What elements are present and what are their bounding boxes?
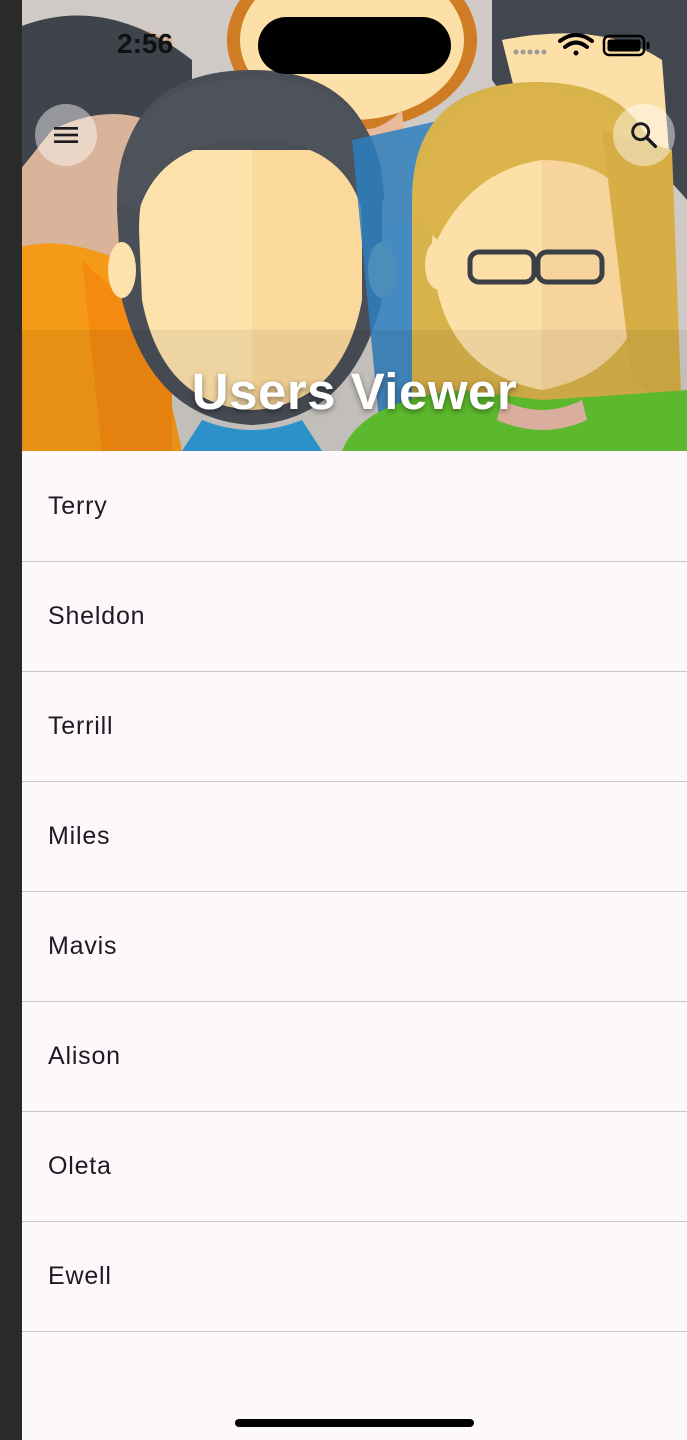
user-name: Alison (48, 1042, 121, 1070)
page-title: Users Viewer (191, 363, 518, 420)
menu-button[interactable] (35, 104, 97, 166)
home-indicator[interactable] (235, 1419, 474, 1427)
wifi-icon (558, 33, 594, 56)
list-item[interactable]: Terrill (22, 672, 687, 782)
user-name: Ewell (48, 1262, 112, 1290)
status-time: 2:56 (117, 28, 174, 59)
list-item[interactable]: Mavis (22, 892, 687, 1002)
menu-icon (54, 127, 78, 143)
list-item[interactable]: Miles (22, 782, 687, 892)
list-item[interactable]: Terry (22, 451, 687, 562)
user-name: Mavis (48, 932, 118, 960)
battery-icon (602, 34, 650, 57)
status-icons (513, 33, 650, 57)
list-item[interactable]: Sheldon (22, 562, 687, 672)
user-list: Terry Sheldon Terrill Miles Mavis Alison… (22, 451, 687, 1332)
search-icon (631, 122, 658, 149)
user-name: Oleta (48, 1152, 112, 1180)
search-button[interactable] (613, 104, 675, 166)
header-banner: 2:56 Users Viewer (22, 0, 687, 451)
user-name: Sheldon (48, 602, 146, 630)
user-name: Terrill (48, 712, 114, 740)
list-item[interactable]: Ewell (22, 1222, 687, 1332)
left-edge-strip (0, 0, 22, 1440)
app-screen: 2:56 Users Viewer Terry Sheldon Terrill … (22, 0, 687, 1440)
list-item[interactable]: Alison (22, 1002, 687, 1112)
dynamic-island (258, 17, 451, 74)
user-name: Miles (48, 822, 111, 850)
user-name: Terry (48, 491, 108, 520)
list-item[interactable]: Oleta (22, 1112, 687, 1222)
signal-dots-icon (513, 49, 547, 55)
